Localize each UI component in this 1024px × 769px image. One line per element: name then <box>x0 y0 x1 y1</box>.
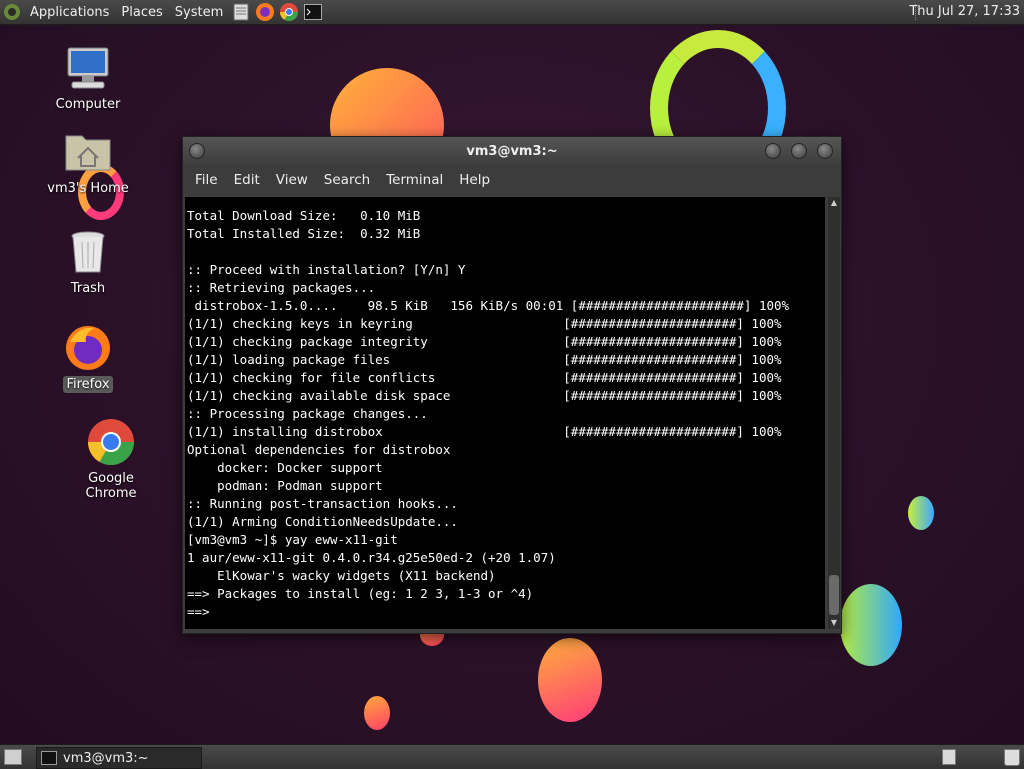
wallpaper-big-pill-right <box>840 584 902 666</box>
applications-menu[interactable]: Applications <box>24 5 115 20</box>
top-panel: Applications Places System Thu Jul 27, 1… <box>0 0 1024 25</box>
chrome-launcher-icon[interactable] <box>279 2 299 22</box>
home-folder-icon <box>64 128 112 176</box>
desktop-icon-label: Firefox <box>63 376 113 393</box>
terminal-window: vm3@vm3:~ File Edit View Search Terminal… <box>182 136 842 634</box>
desktop-icon-computer[interactable]: Computer <box>40 44 136 113</box>
chrome-icon <box>87 418 135 466</box>
terminal-scrollbar[interactable]: ▲ ▼ <box>828 197 840 629</box>
trash-applet-icon[interactable] <box>1004 749 1020 766</box>
menu-view[interactable]: View <box>268 172 316 188</box>
wallpaper-small-pill-right <box>908 496 934 530</box>
menu-help[interactable]: Help <box>451 172 498 188</box>
desktop-icon-chrome[interactable]: Google Chrome <box>62 418 160 502</box>
terminal-area[interactable]: Total Download Size: 0.10 MiB Total Inst… <box>185 197 825 629</box>
firefox-icon <box>64 324 112 372</box>
firefox-launcher-icon[interactable] <box>255 2 275 22</box>
scroll-up-arrow-icon[interactable]: ▲ <box>828 197 840 209</box>
text-editor-launcher-icon[interactable] <box>231 2 251 22</box>
places-menu[interactable]: Places <box>115 5 168 20</box>
menu-search[interactable]: Search <box>316 172 378 188</box>
wallpaper-orange-bottom <box>538 638 602 722</box>
minimize-button[interactable] <box>765 143 781 159</box>
window-title: vm3@vm3:~ <box>466 143 558 159</box>
computer-icon <box>64 44 112 92</box>
taskbar-item-label: vm3@vm3:~ <box>63 750 149 766</box>
terminal-output: Total Download Size: 0.10 MiB Total Inst… <box>187 208 790 619</box>
menu-terminal[interactable]: Terminal <box>378 172 451 188</box>
desktop-icon-label: Computer <box>55 97 121 112</box>
desktop-icon-trash[interactable]: Trash <box>40 228 136 297</box>
scrollbar-thumb[interactable] <box>829 575 839 615</box>
window-titlebar[interactable]: vm3@vm3:~ <box>183 137 841 165</box>
menu-edit[interactable]: Edit <box>226 172 268 188</box>
clock[interactable]: Thu Jul 27, 17:33 <box>909 4 1020 19</box>
window-menu-button[interactable] <box>189 143 205 159</box>
terminal-icon <box>41 751 57 765</box>
desktop-icon-label: Google Chrome <box>85 471 137 501</box>
maximize-button[interactable] <box>791 143 807 159</box>
terminal-launcher-icon[interactable] <box>303 2 323 22</box>
desktop-icon-home[interactable]: vm3's Home <box>40 128 136 197</box>
workspace-switcher[interactable] <box>942 749 956 765</box>
wallpaper-orange-small <box>364 696 390 730</box>
bottom-panel: vm3@vm3:~ <box>0 744 1024 769</box>
show-desktop-icon[interactable] <box>4 749 22 765</box>
window-menubar: File Edit View Search Terminal Help <box>183 165 841 195</box>
scroll-down-arrow-icon[interactable]: ▼ <box>828 617 840 629</box>
system-menu[interactable]: System <box>169 5 229 20</box>
taskbar-item-terminal[interactable]: vm3@vm3:~ <box>36 747 202 769</box>
trash-icon <box>64 228 112 276</box>
menu-file[interactable]: File <box>187 172 226 188</box>
mate-logo-icon[interactable] <box>2 2 22 22</box>
close-button[interactable] <box>817 143 833 159</box>
desktop-icon-firefox[interactable]: Firefox <box>40 324 136 393</box>
desktop-icon-label: vm3's Home <box>47 181 129 196</box>
desktop-icon-label: Trash <box>70 281 106 296</box>
